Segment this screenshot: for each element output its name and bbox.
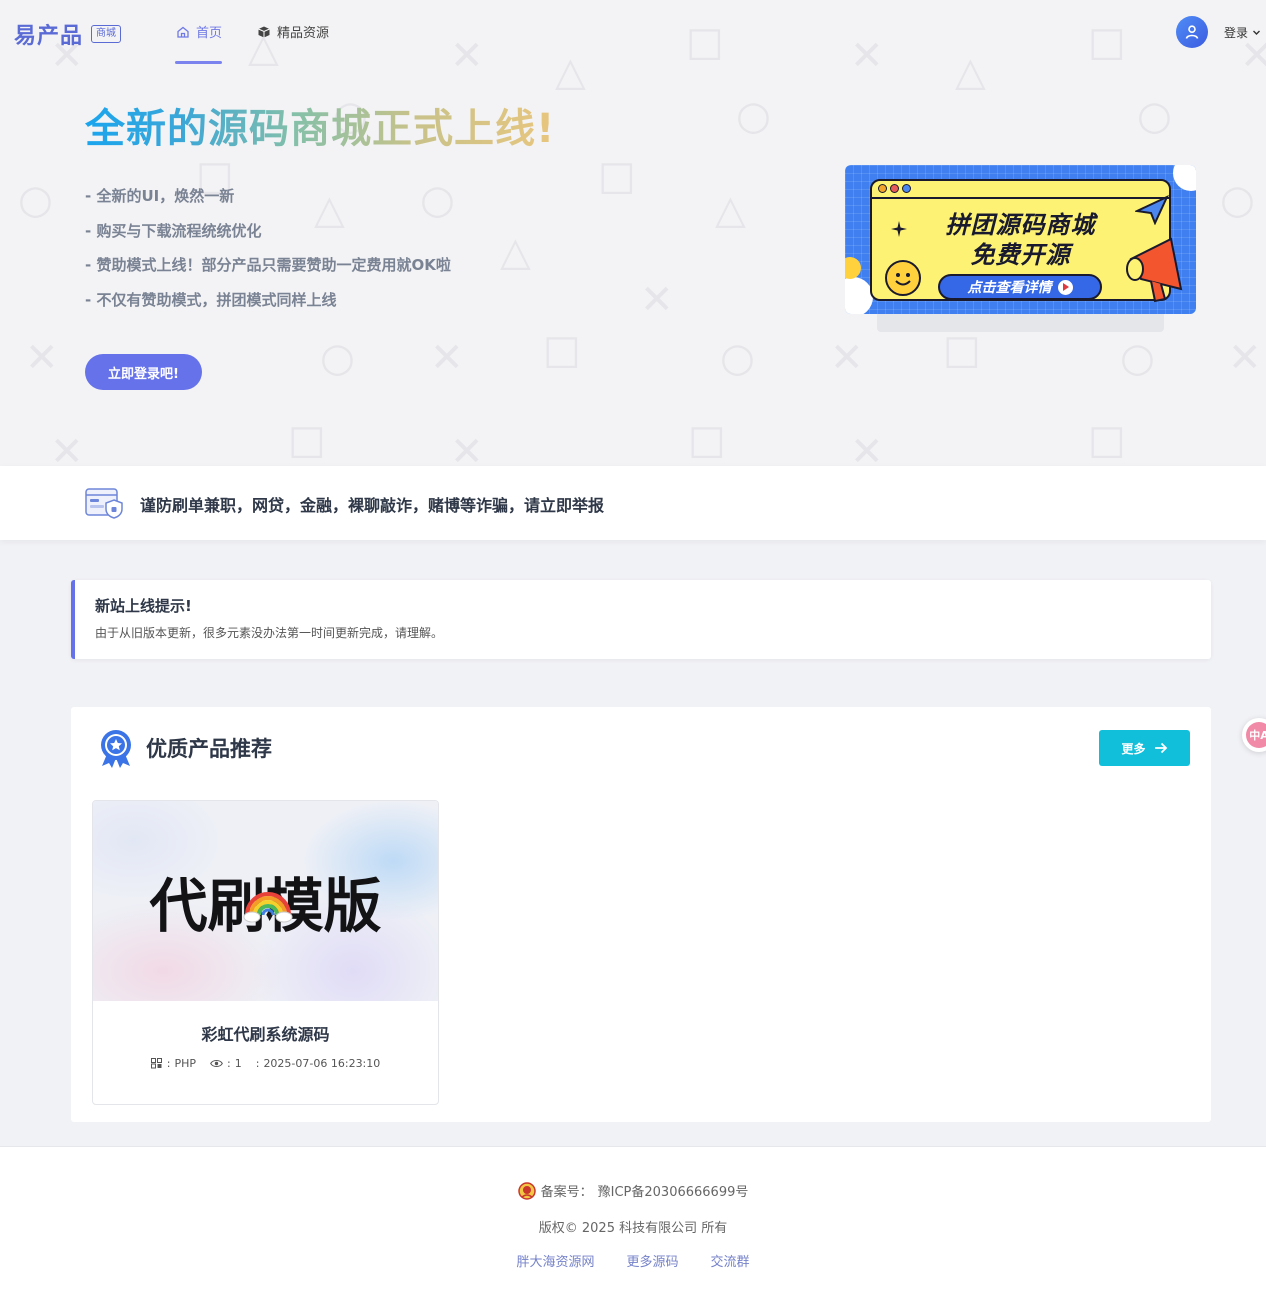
alert-description: 由于从旧版本更新，很多元素没办法第一时间更新完成，请理解。 [95,626,444,640]
banner-decor-dot [845,257,861,279]
window-dot [890,184,899,193]
site-footer: 备案号： 豫ICP备20306666699号 版权© 2025 科技有限公司 所… [0,1146,1266,1298]
hero-feature-item: - 不仅有赞助模式，拼团模式同样上线 [85,290,337,309]
rainbow-icon [243,892,293,923]
hero-feature-item: - 赞助模式上线！部分产品只需要赞助一定费用就OK啦 [85,256,451,274]
footer-link[interactable]: 胖大海资源网 [516,1251,594,1270]
banner-details-button[interactable]: 点击查看详情 [938,274,1102,300]
site-logo[interactable]: 易产品 商城 [14,18,122,50]
more-button[interactable]: 更多 [1099,730,1190,766]
nav-item-resources[interactable]: 精品资源 [257,22,329,41]
nav-item-home[interactable]: 首页 [176,22,222,41]
home-icon [177,26,189,38]
meta-separator: : [255,1057,260,1070]
anti-fraud-notice: 谨防刷单兼职，网贷，金融，裸聊敲诈，赌博等诈骗，请立即举报 [0,466,1266,540]
site-launch-alert: 新站上线提示! 由于从旧版本更新，很多元素没办法第一时间更新完成，请理解。 [71,580,1211,659]
logo-badge: 商城 [91,25,122,43]
hero-feature-list: - 全新的UI，焕然一新 - 购买与下载流程统统优化 - 赞助模式上线！部分产品… [85,184,451,322]
arrow-right-icon [1154,742,1167,754]
top-nav: 易产品 商城 首页 精品资源 登录 [0,0,1266,64]
user-icon [1185,25,1199,39]
banner-decor-circle [1173,165,1196,191]
play-icon [1057,279,1073,295]
megaphone-icon [1126,237,1183,303]
hero-section: ✕ △ ✕ △ □ ✕ △ □ ✕ ○ ○ ○ □ □ ○ △ ○ △ ○ △ … [0,0,1266,466]
alert-title: 新站上线提示! [95,597,192,615]
product-meta: : PHP : 1 : 2025-07-06 16:23:10 [93,1057,438,1070]
nav-active-indicator [175,61,222,64]
product-language: PHP [174,1057,196,1070]
login-dropdown[interactable]: 登录 [1224,24,1261,41]
product-name[interactable]: 彩虹代刷系统源码 [93,1021,438,1045]
product-card[interactable]: 代刷模版 彩虹代刷系统源码 : PHP: 1: 2025-07-06 16:… [92,800,439,1105]
icp-record: 备案号： 豫ICP备20306666699号 [0,1181,1266,1200]
featured-products-section: 优质产品推荐 更多 代刷模版 彩虹代刷系统源码: PHP: 1: 2025… [71,707,1211,1122]
eye-icon [210,1060,223,1067]
hero-feature-item: - 购买与下载流程统统优化 [85,221,262,240]
chevron-down-icon [1253,30,1261,35]
product-date: 2025-07-06 16:23:10 [263,1057,381,1070]
user-avatar[interactable] [1176,16,1208,48]
translate-icon: 中A [1246,722,1266,748]
paper-plane-icon [1135,195,1169,225]
meta-separator: : [227,1057,231,1070]
box-icon [258,26,270,37]
nav-item-label: 首页 [196,26,223,41]
login-label: 登录 [1224,26,1249,40]
notice-text: 谨防刷单兼职，网贷，金融，裸聊敲诈，赌博等诈骗，请立即举报 [140,496,605,515]
translate-widget[interactable]: 中A [1242,718,1266,752]
product-thumbnail[interactable]: 代刷模版 [93,801,438,1001]
section-title: 优质产品推荐 [146,737,272,761]
login-now-button[interactable]: 立即登录吧! [85,354,202,390]
hero-feature-item: - 全新的UI，焕然一新 [85,187,235,205]
promo-banner[interactable]: 拼团源码商城 免费开源 点击查看详情 [845,165,1196,314]
logo-text: 易产品 [14,24,84,49]
more-label: 更多 [1121,741,1146,756]
icp-label: 备案号： [540,1185,593,1200]
footer-links: 胖大海资源网 更多源码 交流群 [0,1251,1266,1270]
product-views: 1 [234,1057,242,1070]
award-badge-icon [101,730,131,768]
meta-separator: : [166,1057,171,1070]
nav-item-label: 精品资源 [277,26,330,41]
sparkle-icon [891,221,907,237]
banner-window-bar [872,181,1169,199]
shield-card-icon [85,488,123,519]
copyright-text: 版权© 2025 科技有限公司 所有 [538,1221,728,1236]
window-dot [902,184,911,193]
banner-decor-circle [845,277,873,314]
footer-link[interactable]: 更多源码 [626,1251,678,1270]
smiley-icon [885,260,921,296]
code-tag-icon [150,1058,162,1069]
hero-title: 全新的源码商城正式上线! [85,96,555,154]
banner-details-label: 点击查看详情 [967,280,1052,296]
footer-link[interactable]: 交流群 [711,1251,750,1270]
window-dot [878,184,887,193]
icp-number[interactable]: 豫ICP备20306666699号 [598,1181,749,1200]
police-emblem-icon [517,1181,536,1200]
